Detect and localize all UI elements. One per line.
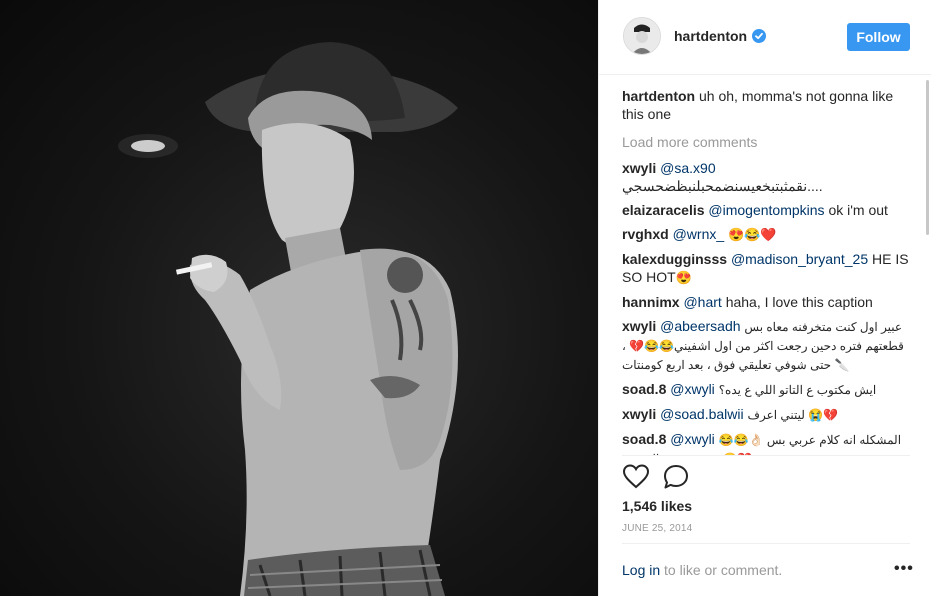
- avatar[interactable]: [623, 17, 661, 55]
- divider: [622, 543, 910, 544]
- verified-badge-icon: [752, 29, 766, 43]
- comment-username[interactable]: soad.8: [622, 431, 666, 447]
- post-panel: hartdenton Follow hartdenton uh oh, momm…: [598, 0, 931, 596]
- login-prompt-text: to like or comment.: [660, 562, 783, 578]
- comment-emoji: 😍😂❤️: [728, 227, 777, 242]
- post-caption: hartdenton uh oh, momma's not gonna like…: [622, 87, 910, 123]
- list-item: hannimx @hart haha, I love this caption: [622, 293, 910, 311]
- comment-text: نقمثبتبخعيسنضمحبلنبظضحسجي....: [622, 178, 823, 194]
- comment-mention[interactable]: @abeersadh: [660, 318, 740, 334]
- post-username[interactable]: hartdenton: [674, 28, 747, 44]
- divider: [622, 455, 910, 456]
- comment-text: haha, I love this caption: [725, 294, 873, 310]
- comment-mention[interactable]: @soad.balwii: [660, 406, 743, 422]
- post-date[interactable]: JUNE 25, 2014: [622, 523, 692, 534]
- comment-username[interactable]: kalexdugginsss: [622, 251, 727, 267]
- comment-text: ok i'm out: [828, 202, 888, 218]
- comment-username[interactable]: elaizaracelis: [622, 202, 705, 218]
- comment-mention[interactable]: @xwyli: [670, 381, 715, 397]
- login-prompt: Log in to like or comment.: [622, 562, 782, 578]
- comment-emoji: 😍: [675, 270, 692, 285]
- caption-username[interactable]: hartdenton: [622, 88, 695, 104]
- comment-username[interactable]: xwyli: [622, 406, 656, 422]
- photo-image: [118, 42, 458, 596]
- comment-username[interactable]: soad.8: [622, 381, 666, 397]
- comment-username[interactable]: hannimx: [622, 294, 680, 310]
- more-options-icon[interactable]: •••: [894, 560, 914, 578]
- list-item: xwyli @soad.balwii ليتني اعرف 😭💔: [622, 405, 910, 424]
- load-more-comments-link[interactable]: Load more comments: [622, 133, 910, 151]
- comment-icon[interactable]: [662, 463, 690, 491]
- comment-username[interactable]: rvghxd: [622, 226, 669, 242]
- list-item: soad.8 @xwyli 😂😂👌🏻 المشكله انه كلام عربي…: [622, 430, 910, 455]
- list-item: kalexdugginsss @madison_bryant_25 HE IS …: [622, 250, 910, 287]
- comment-username[interactable]: xwyli: [622, 318, 656, 334]
- login-link[interactable]: Log in: [622, 562, 660, 578]
- comment-username[interactable]: xwyli: [622, 160, 656, 176]
- comment-mention[interactable]: @wrnx_: [673, 226, 725, 242]
- follow-button[interactable]: Follow: [847, 23, 910, 51]
- list-item: elaizaracelis @imogentompkins ok i'm out: [622, 201, 910, 219]
- comments-scrollbar[interactable]: [926, 80, 929, 235]
- comment-mention[interactable]: @xwyli: [670, 431, 715, 447]
- comment-mention[interactable]: @hart: [683, 294, 721, 310]
- list-item: soad.8 @xwyli ايش مكتوب ع التاتو اللي ع …: [622, 380, 910, 399]
- comments-list[interactable]: hartdenton uh oh, momma's not gonna like…: [622, 87, 910, 455]
- list-item: rvghxd @wrnx_ 😍😂❤️: [622, 225, 910, 244]
- comment-mention[interactable]: @madison_bryant_25: [731, 251, 868, 267]
- list-item: xwyli @sa.x90 نقمثبتبخعيسنضمحبلنبظضحسجي.…: [622, 159, 910, 195]
- list-item: xwyli @abeersadh عبير اول كنت متخرفنه مع…: [622, 317, 910, 374]
- post-header: hartdenton Follow: [599, 0, 931, 75]
- heart-icon[interactable]: [622, 463, 650, 491]
- comment-text: ليتني اعرف 😭💔: [747, 408, 839, 422]
- comment-mention[interactable]: @sa.x90: [660, 160, 715, 176]
- likes-count[interactable]: 1,546 likes: [622, 498, 692, 514]
- post-photo[interactable]: [0, 0, 598, 596]
- comment-mention[interactable]: @imogentompkins: [708, 202, 824, 218]
- comment-text: ايش مكتوب ع التاتو اللي ع يده؟: [718, 383, 877, 397]
